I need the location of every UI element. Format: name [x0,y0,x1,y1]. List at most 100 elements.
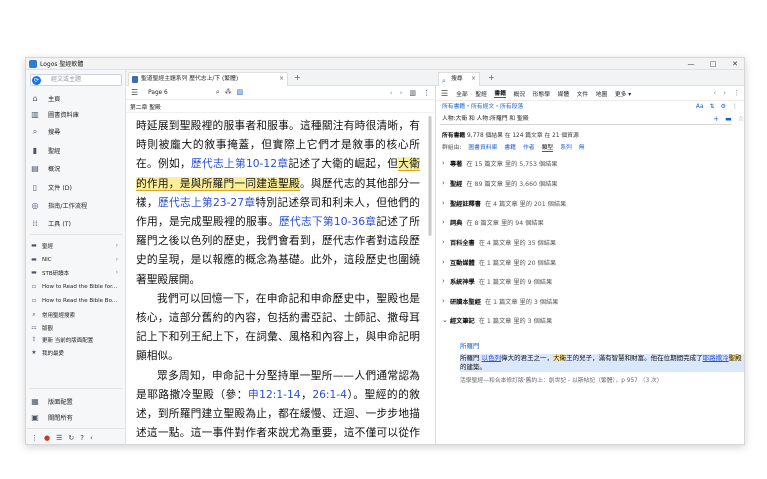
text-size-icon[interactable]: Aa [696,101,704,113]
library-item-bible[interactable]: ▬ 聖經 › [30,240,124,251]
reader-text[interactable]: 時延展到聖殿裡的服事者和服事。這種關注有時很清晰，有時則被龐大的敘事掩蓋，但實際… [136,116,420,444]
panel-menu-icon[interactable]: ☰ [441,89,448,98]
search-icon[interactable]: ⌕ [216,88,220,97]
filter-tab[interactable]: 文件 [577,89,589,98]
sidebar-item-guides[interactable]: ◎ 指南/工作流程 [30,199,124,212]
account-icon[interactable]: ● [44,434,50,442]
sidebar-item-close-all[interactable]: ▣ 關閉所有 [30,411,124,424]
sort-icon[interactable]: ⇅ [710,101,715,113]
sidebar-item-bible[interactable]: ▮ 聖經 [30,144,124,157]
reader-paragraph[interactable]: 時延展到聖殿裡的服事者和服事。這種關注有時很清晰，有時則被龐大的敘事掩蓋，但實際… [136,116,420,289]
bible-reference-link[interactable]: 歷代志下第10-36章 [279,215,376,228]
maximize-button[interactable]: □ [702,58,724,70]
chevron-right-icon[interactable]: › [442,297,450,305]
forward-icon[interactable]: › [400,89,403,97]
sidebar-item-home[interactable]: ⌂ 主頁 [30,92,124,105]
settings-icon[interactable]: ⚙ [721,101,726,113]
filter-tab[interactable]: 聖經 [475,89,487,98]
detail-link[interactable]: 以色列 [482,354,502,362]
back-icon[interactable]: ‹ [390,89,393,97]
more-options-icon[interactable]: ⋮ [732,101,738,113]
result-row[interactable]: › 專著在 15 篇文章 里的 5,753 個結果 [442,157,742,169]
more-options-icon[interactable]: ⋮ [423,89,430,97]
search-query-input[interactable]: 人物:大衛 和 人物:所羅門 和 聖殿 + ▬ ☆ [440,113,744,125]
result-detail-head[interactable]: 所羅門 [460,340,744,350]
filter-tab[interactable]: 概況 [514,89,526,98]
sidebar-item-layouts[interactable]: ▦ 版面配置 [30,395,124,408]
sync-icon[interactable]: ↻ [68,434,74,442]
chevron-right-icon[interactable]: › [442,199,450,207]
library-item-favorites[interactable]: ★ 我的最愛 [30,347,124,358]
sidebar-item-factbook[interactable]: ▤ 概況 [30,162,124,175]
search-tab[interactable]: ⌕ 搜尋 × [438,72,480,86]
chevron-right-icon[interactable]: › [442,159,450,167]
more-icon[interactable]: ⋮ [31,434,38,442]
parallel-icon[interactable]: ▥ [409,89,416,97]
sidebar-item-search[interactable]: ⌕ 搜尋 [30,125,124,138]
group-by-option[interactable]: 書籍 [504,142,516,152]
add-icon[interactable]: + [713,113,719,125]
library-item-nic[interactable]: ▬ NIC › [30,254,124,265]
bible-reference-link[interactable]: 申12:1-14 [248,388,301,401]
chevron-right-icon[interactable]: › [442,277,450,285]
bible-reference-link[interactable]: 歷代志上第23-27章 [158,196,255,209]
more-options-icon[interactable]: ⋮ [733,89,740,97]
chevron-right-icon[interactable]: › [442,258,450,266]
filter-tab[interactable]: 更多 ▾ [615,89,631,98]
result-row[interactable]: › 研讀本聖經在 1 篇文章 里的 3 個結果 [442,295,742,307]
library-item-stb[interactable]: ▬ STB研讀本 › [30,267,124,278]
go-icon[interactable]: ⟳ [32,76,41,85]
reader-paragraph[interactable]: 眾多周知，申命記十分堅持單一聖所——人們通常認為是耶路撒冷聖殿（參：申12:1-… [136,366,420,444]
minimize-button[interactable]: — [680,58,702,70]
sidebar-search-input[interactable]: ⟳ 經文或主題 [30,74,122,86]
detail-link[interactable]: 耶路撒冷 [703,354,729,362]
result-row[interactable]: › 系統神學在 1 篇文章 里的 9 個結果 [442,275,742,287]
close-tab-icon[interactable]: × [279,73,284,85]
result-row[interactable]: › 百科全書在 4 篇文章 里的 35 個結果 [442,236,742,248]
close-window-button[interactable]: ✕ [724,58,744,70]
result-row[interactable]: ⌄ 經文筆記在 1 篇文章 里的 3 個結果 [442,314,742,326]
library-item-update[interactable]: ⇪ 更新 当前的版面配置 [30,334,124,345]
group-by-option[interactable]: 類型 [541,142,554,152]
search-scope[interactable]: 所有書籍・所有經文・所有段落 Aa ⇅ ⚙ ⋮ [442,101,742,113]
filter-tab[interactable]: 地圖 [596,89,608,98]
bible-reference-link[interactable]: 26:1-4 [312,388,347,401]
result-row[interactable]: › 詞典在 8 篇文章 里的 94 個結果 [442,216,742,228]
list-icon[interactable]: ▬ [725,113,732,125]
bible-reference-link[interactable]: 歷代志上第10-12章 [191,157,288,170]
result-row[interactable]: › 聖經註釋書在 4 篇文章 里的 201 個結果 [442,197,742,209]
favorite-icon[interactable]: ☆ [738,113,744,125]
back-icon[interactable]: ‹ [713,89,716,97]
sidebar-item-library[interactable]: ▥ 圖書資料庫 [30,108,124,121]
group-by-option[interactable]: 圖書資料庫 [468,142,497,152]
library-item-layout[interactable]: ⚏ 版觀 [30,322,124,333]
filter-tab[interactable]: 媒體 [558,89,570,98]
result-source[interactable]: 活學聖經—和合本修訂版‧舊約上：創世記 - 以斯帖記（繁體），p 957 （3 … [460,375,744,384]
result-detail-body[interactable]: 所羅門 以色列偉大的君王之一，大衛王的兒子，滿有智慧和財富。他在位期間完成了耶路… [460,354,744,372]
group-by-option[interactable]: 無 [579,142,585,152]
reader-paragraph[interactable]: 我們可以回憶一下，在申命記和申命歷史中，聖殿也是核心，這部分舊約的內容，包括約書… [136,289,420,366]
sidebar-item-documents[interactable]: ▯ 文件 (D) [30,181,124,194]
chevron-right-icon[interactable]: › [442,218,450,226]
help-icon[interactable]: ? [80,434,84,442]
visual-filter-icon[interactable]: ▨ [237,88,244,97]
panel-menu-icon[interactable]: ☰ [131,88,138,97]
library-item-how-to-read-2[interactable]: ▫ How to Read the Bible Bo... [30,295,124,306]
page-indicator[interactable]: Page 6 [148,90,168,96]
group-by-option[interactable]: 作者 [523,142,535,152]
library-item-search[interactable]: ⌕ 常用聖經搜索 [30,309,124,320]
filter-tab[interactable]: 形態學 [533,89,550,98]
apps-icon[interactable]: ☰ [56,434,62,442]
new-tab-button[interactable]: + [488,73,495,82]
result-row[interactable]: › 互動媒體在 1 篇文章 里的 20 個結果 [442,256,742,268]
search-scope-label[interactable]: 所有書籍・所有經文・所有段落 [442,104,523,110]
reader-tab[interactable]: 聖道聖經主題系列 歷代志上/下 (繁體) × [128,72,288,86]
chevron-right-icon[interactable]: › [442,238,450,246]
chevron-right-icon[interactable]: › [442,179,450,187]
collapse-sidebar-icon[interactable]: ‹ [90,434,93,442]
result-row[interactable]: › 聖經在 89 篇文章 里的 3,660 個結果 [442,177,742,189]
chevron-down-icon[interactable]: ⌄ [442,316,450,324]
group-by-option[interactable]: 系列 [560,142,572,152]
filter-tab[interactable]: 書籍 [494,88,506,98]
forward-icon[interactable]: › [723,89,726,97]
